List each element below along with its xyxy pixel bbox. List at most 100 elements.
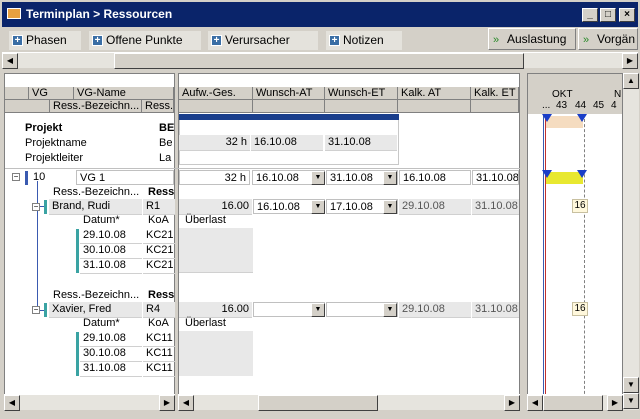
res1-koa[interactable]: KC21 xyxy=(143,258,175,274)
res1-date[interactable]: 29.10.08 xyxy=(80,228,142,244)
scroll-right-button[interactable]: ▶ xyxy=(607,395,623,411)
vg-number[interactable]: 10 xyxy=(30,170,74,186)
scroll-end-button[interactable]: ▼ xyxy=(623,393,639,409)
res1-koa[interactable]: KC21 xyxy=(143,228,175,244)
close-button[interactable]: × xyxy=(619,8,635,22)
scroll-down-button[interactable]: ▼ xyxy=(623,377,639,393)
res2-koa[interactable]: KC11 xyxy=(143,361,175,377)
plus-icon: + xyxy=(12,35,23,46)
header-kalk-et[interactable]: Kalk. ET xyxy=(471,87,519,100)
dropdown-arrow-icon[interactable]: ▼ xyxy=(311,171,325,185)
res1-kalk-at: 29.10.08 xyxy=(399,199,471,215)
collapse-icon[interactable]: − xyxy=(12,173,20,181)
collapse-icon[interactable]: − xyxy=(32,203,40,211)
gantt-week-line xyxy=(584,114,585,409)
res1-date[interactable]: 30.10.08 xyxy=(80,243,142,259)
res1-koa[interactable]: KC21 xyxy=(143,243,175,259)
tab-label: Verursacher xyxy=(225,33,290,47)
milestone-icon xyxy=(542,114,552,122)
vg-kalk-at: 16.10.08 xyxy=(399,170,471,185)
milestone-icon xyxy=(577,170,587,178)
header-ress-bez[interactable]: Ress.-Bezeichn... xyxy=(50,100,142,113)
header-vg-name[interactable]: VG-Name xyxy=(74,87,174,100)
title-bar: Terminplan > Ressourcen _ □ × xyxy=(0,0,640,27)
tab-offene-punkte[interactable]: + Offene Punkte xyxy=(89,31,201,50)
gantt-week: 4 xyxy=(611,100,617,111)
scroll-thumb[interactable] xyxy=(258,395,378,411)
vorgaenger-button[interactable]: » Vorgän xyxy=(578,28,638,50)
gantt-month: OKT xyxy=(552,89,573,100)
scroll-up-button[interactable]: ▲ xyxy=(623,73,639,89)
plus-icon: + xyxy=(92,35,103,46)
gantt-load-badge: 16 xyxy=(572,199,588,213)
vertical-scrollbar[interactable]: ▲ ▼ ▼ xyxy=(623,73,639,410)
row-divider xyxy=(5,168,520,169)
auslastung-label: Auslastung xyxy=(507,32,567,46)
res1-kalk-et: 31.10.08 xyxy=(472,199,519,215)
res1-koa-label: KoA xyxy=(148,214,169,226)
tab-verursacher[interactable]: + Verursacher xyxy=(208,31,318,50)
vg-kalk-et: 31.10.08 xyxy=(472,170,519,185)
res1-datum-label: Datum* xyxy=(83,214,120,226)
double-arrow-icon: » xyxy=(493,34,500,46)
top-scrollbar[interactable]: ◀ ▶ xyxy=(2,52,638,69)
date-group-marker xyxy=(76,229,79,273)
tab-label: Notizen xyxy=(343,33,384,47)
dropdown-arrow-icon[interactable]: ▼ xyxy=(311,303,325,317)
collapse-icon[interactable]: − xyxy=(32,306,40,314)
dropdown-arrow-icon[interactable]: ▼ xyxy=(383,171,397,185)
vg-name[interactable]: VG 1 xyxy=(76,170,174,185)
header-sub xyxy=(471,100,519,113)
tree-line xyxy=(37,181,38,312)
res2-date[interactable]: 31.10.08 xyxy=(80,361,142,377)
header-sub xyxy=(253,100,325,113)
vg-aufw[interactable]: 32 h xyxy=(179,170,250,185)
scroll-thumb[interactable] xyxy=(114,53,524,69)
dropdown-arrow-icon[interactable]: ▼ xyxy=(383,200,397,214)
project-leader-value[interactable]: La xyxy=(156,151,174,167)
res2-kalk-et: 31.10.08 xyxy=(472,302,519,318)
project-leader-label: Projektleiter xyxy=(25,152,84,164)
dropdown-arrow-icon[interactable]: ▼ xyxy=(383,303,397,317)
tab-phasen[interactable]: + Phasen xyxy=(9,31,81,50)
res1-date[interactable]: 31.10.08 xyxy=(80,258,142,274)
double-arrow-icon: » xyxy=(583,34,590,46)
res2-ueberlast-values xyxy=(179,331,253,376)
scroll-right-button[interactable]: ▶ xyxy=(504,395,520,411)
header-wunsch-at[interactable]: Wunsch-AT xyxy=(253,87,325,100)
header-kalk-at[interactable]: Kalk. AT xyxy=(398,87,471,100)
minimize-button[interactable]: _ xyxy=(582,8,598,22)
vorgaenger-label: Vorgän xyxy=(597,32,636,46)
res-marker xyxy=(44,303,47,317)
gantt-week: ... xyxy=(542,100,551,111)
header-wunsch-et[interactable]: Wunsch-ET xyxy=(325,87,398,100)
plus-icon: + xyxy=(329,35,340,46)
res2-date[interactable]: 29.10.08 xyxy=(80,331,142,347)
scroll-thumb[interactable] xyxy=(543,395,603,411)
left-bottom-scrollbar[interactable]: ◀ ▶ xyxy=(4,394,175,411)
scroll-right-button[interactable]: ▶ xyxy=(159,395,175,411)
tab-notizen[interactable]: + Notizen xyxy=(326,31,402,50)
scroll-right-button[interactable]: ▶ xyxy=(622,53,638,69)
res2-datum-label: Datum* xyxy=(83,317,120,329)
auslastung-button[interactable]: » Auslastung xyxy=(488,28,576,50)
header-ress[interactable]: Ress... xyxy=(142,100,174,113)
scroll-left-button[interactable]: ◀ xyxy=(178,395,194,411)
res2-koa[interactable]: KC11 xyxy=(143,346,175,362)
dropdown-arrow-icon[interactable]: ▼ xyxy=(311,200,325,214)
maximize-button[interactable]: □ xyxy=(600,8,616,22)
res2-koa[interactable]: KC11 xyxy=(143,331,175,347)
scroll-left-button[interactable]: ◀ xyxy=(527,395,543,411)
res2-date[interactable]: 30.10.08 xyxy=(80,346,142,362)
scroll-left-button[interactable]: ◀ xyxy=(2,53,18,69)
header-aufw-ges[interactable]: Aufw.-Ges. xyxy=(179,87,253,100)
gantt-bottom-scrollbar[interactable]: ◀ ▶ xyxy=(527,394,623,411)
right-bottom-scrollbar[interactable]: ◀ ▶ xyxy=(178,394,520,411)
vg-marker xyxy=(25,171,28,185)
project-name-value[interactable]: Be xyxy=(156,136,174,152)
project-code: BE xyxy=(159,122,174,134)
scroll-left-button[interactable]: ◀ xyxy=(4,395,20,411)
milestone-icon xyxy=(542,170,552,178)
header-vg[interactable]: VG xyxy=(29,87,74,100)
header-blank2 xyxy=(5,100,50,113)
